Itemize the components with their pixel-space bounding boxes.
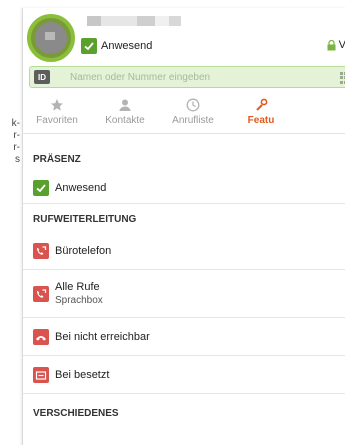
- list-item-label: Bei nicht erreichbar: [55, 330, 150, 343]
- list-item-unreachable[interactable]: Bei nicht erreichbar: [23, 318, 345, 356]
- features-list: PRÄSENZ Anwesend RUFWEITERLEITUNG Bürote…: [23, 148, 345, 426]
- background-text: k-: [11, 118, 20, 129]
- phone-forward-icon: [33, 285, 49, 302]
- wrench-icon: [254, 98, 268, 112]
- section-title-forwarding: RUFWEITERLEITUNG: [33, 214, 137, 225]
- avatar[interactable]: [27, 14, 75, 62]
- user-name-redacted: [87, 16, 197, 26]
- list-item-label: Bürotelefon: [55, 244, 112, 257]
- tab-contacts[interactable]: Kontakte: [91, 94, 159, 133]
- main-tabs: Favoriten Kontakte Anrufliste Featu: [23, 94, 345, 134]
- softphone-window: Anwesend V ID Favoriten Kontakte: [22, 8, 345, 445]
- lock-icon: [327, 39, 336, 50]
- list-item-label: Alle Rufe: [55, 281, 100, 293]
- id-icon: ID: [34, 70, 50, 84]
- avatar-image: [35, 22, 67, 54]
- section-title-misc: VERSCHIEDENES: [33, 408, 119, 419]
- search-bar[interactable]: ID: [29, 66, 345, 88]
- busy-icon: [33, 366, 49, 383]
- section-title-presence: PRÄSENZ: [33, 154, 81, 165]
- list-item-all-calls[interactable]: Alle Rufe Sprachbox: [23, 270, 345, 318]
- security-label: V: [338, 39, 345, 51]
- security-status[interactable]: V: [327, 39, 345, 51]
- background-text: r-: [13, 130, 20, 141]
- background-window: k- r- r- s: [0, 0, 22, 445]
- list-item-label: Anwesend: [55, 181, 107, 194]
- star-icon: [50, 98, 64, 112]
- tab-call-history[interactable]: Anrufliste: [159, 94, 227, 133]
- background-text: r-: [13, 142, 20, 153]
- unreachable-icon: [33, 328, 49, 345]
- background-text: s: [15, 154, 20, 165]
- tab-label: Kontakte: [105, 115, 145, 126]
- presence-label: Anwesend: [101, 40, 153, 52]
- tab-label: Featu: [247, 115, 275, 126]
- list-item-busy[interactable]: Bei besetzt: [23, 356, 345, 394]
- clock-icon: [186, 98, 200, 112]
- list-item-label: Bei besetzt: [55, 368, 110, 381]
- check-icon: [33, 179, 49, 196]
- profile-header: Anwesend V: [23, 8, 345, 62]
- person-icon: [118, 98, 132, 112]
- list-item-sublabel: Sprachbox: [55, 295, 103, 306]
- phone-forward-icon: [33, 242, 49, 259]
- dialpad-icon[interactable]: [340, 72, 345, 84]
- tab-label: Anrufliste: [172, 115, 214, 126]
- tab-favorites[interactable]: Favoriten: [23, 94, 91, 133]
- tab-features[interactable]: Featu: [227, 94, 295, 133]
- search-input[interactable]: [70, 71, 290, 83]
- tab-label: Favoriten: [36, 115, 78, 126]
- presence-selector[interactable]: Anwesend: [81, 38, 152, 54]
- list-item-office-phone[interactable]: Bürotelefon: [23, 232, 345, 270]
- check-icon: [81, 38, 97, 54]
- list-item-present[interactable]: Anwesend: [23, 172, 345, 204]
